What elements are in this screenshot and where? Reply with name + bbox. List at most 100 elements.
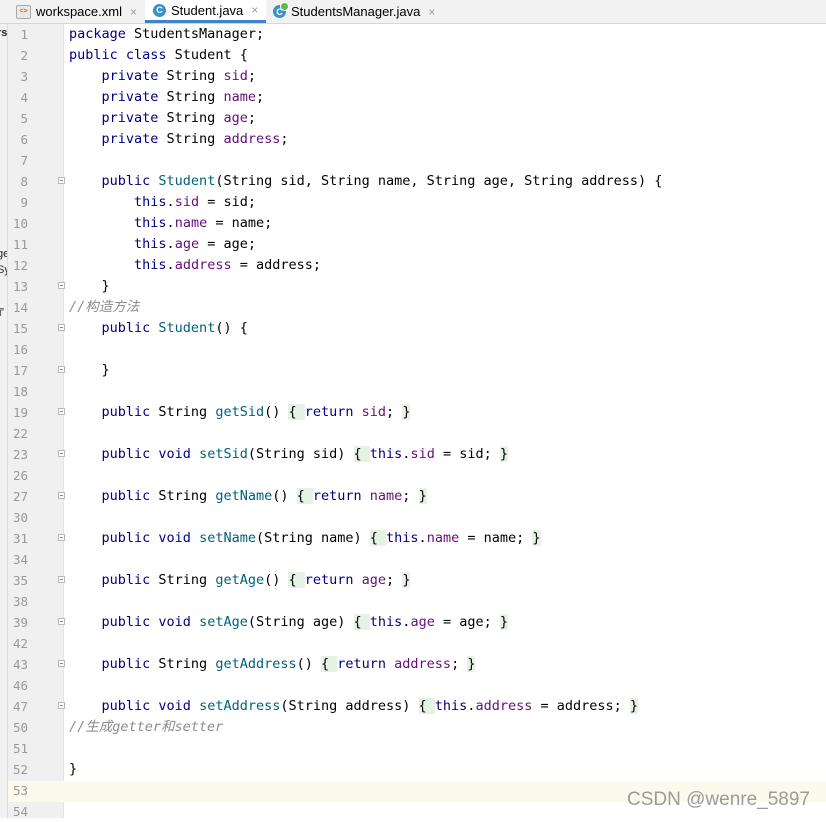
code-token: (String sid, String name, String age, St…: [215, 173, 663, 189]
fold-marker-icon[interactable]: [58, 408, 65, 415]
code-token: setSid: [199, 446, 248, 462]
code-token: {: [418, 698, 435, 714]
code-line[interactable]: 47 public void setAddress(String address…: [0, 696, 826, 717]
code-line[interactable]: 34: [0, 549, 826, 570]
code-token: this: [386, 530, 419, 546]
code-line[interactable]: 35 public String getAge() { return age; …: [0, 570, 826, 591]
code-token: public void: [69, 614, 191, 630]
tab-student-java[interactable]: C Student.java ×: [145, 0, 267, 23]
fold-marker-icon[interactable]: [58, 702, 65, 709]
fold-marker-icon[interactable]: [58, 576, 65, 583]
line-number: 15: [12, 321, 28, 336]
code-line[interactable]: 26: [0, 465, 826, 486]
line-number: 22: [12, 426, 28, 441]
code-token: {: [353, 614, 370, 630]
code-line[interactable]: 12 this.address = address;: [0, 255, 826, 276]
fold-marker-icon[interactable]: [58, 534, 65, 541]
line-number: 34: [12, 552, 28, 567]
code-token: this: [69, 194, 167, 210]
code-text: public void setAge(String age) { this.ag…: [69, 612, 508, 633]
code-line[interactable]: 3 private String sid;: [0, 66, 826, 87]
code-line[interactable]: 42: [0, 633, 826, 654]
code-line[interactable]: 14 //构造方法: [0, 297, 826, 318]
close-icon[interactable]: ×: [130, 5, 137, 19]
tab-label: Student.java: [171, 2, 244, 18]
code-token: String: [158, 110, 224, 126]
code-line[interactable]: 52}: [0, 759, 826, 780]
code-token: address: [394, 656, 452, 672]
code-token: .: [166, 236, 175, 252]
code-line[interactable]: 51: [0, 738, 826, 759]
fold-marker-icon[interactable]: [58, 618, 65, 625]
line-number: 13: [12, 279, 28, 294]
code-line[interactable]: 38: [0, 591, 826, 612]
line-number: 17: [12, 363, 28, 378]
code-line[interactable]: 15 public Student() {: [0, 318, 826, 339]
fold-marker-icon[interactable]: [58, 366, 65, 373]
close-icon[interactable]: ×: [251, 3, 258, 17]
code-line[interactable]: 39 public void setAge(String age) { this…: [0, 612, 826, 633]
code-line[interactable]: 22: [0, 423, 826, 444]
code-text: this.age = age;: [69, 234, 256, 255]
code-line[interactable]: 23 public void setSid(String sid) { this…: [0, 444, 826, 465]
line-number: 43: [12, 657, 28, 672]
code-line[interactable]: 7: [0, 150, 826, 171]
code-text: private String address;: [69, 129, 289, 150]
fold-marker-icon[interactable]: [58, 450, 65, 457]
xml-file-icon: <>: [16, 4, 31, 19]
line-number: 11: [12, 237, 28, 252]
code-token: name: [426, 530, 460, 546]
code-line[interactable]: 2 public class Student {: [0, 45, 826, 66]
code-line[interactable]: 19 public String getSid() { return sid; …: [0, 402, 826, 423]
code-line[interactable]: 5 private String age;: [0, 108, 826, 129]
code-line[interactable]: 10 this.name = name;: [0, 213, 826, 234]
code-line[interactable]: 1 package StudentsManager;: [0, 24, 826, 45]
code-token: ;: [402, 488, 419, 504]
code-line[interactable]: 27 public String getName() { return name…: [0, 486, 826, 507]
code-line[interactable]: 9 this.sid = sid;: [0, 192, 826, 213]
code-token: this: [69, 236, 167, 252]
code-line[interactable]: 8 public Student(String sid, String name…: [0, 171, 826, 192]
code-token: this: [69, 215, 167, 231]
code-line[interactable]: 16: [0, 339, 826, 360]
fold-marker-icon[interactable]: [58, 492, 65, 499]
line-number: 53: [12, 783, 28, 798]
code-token: StudentsManager;: [125, 26, 265, 42]
code-token: }: [69, 761, 78, 777]
line-number: 27: [12, 489, 28, 504]
code-line[interactable]: 6 private String address;: [0, 129, 826, 150]
code-token: String: [158, 68, 224, 84]
fold-marker-icon[interactable]: [58, 282, 65, 289]
code-line[interactable]: 46: [0, 675, 826, 696]
code-token: age: [361, 572, 387, 588]
code-line[interactable]: 17 }: [0, 360, 826, 381]
code-line[interactable]: 50 //生成getter和setter: [0, 717, 826, 738]
code-token: String: [150, 404, 216, 420]
code-token: ;: [255, 89, 265, 105]
fold-marker-icon[interactable]: [58, 660, 65, 667]
tab-studentsmanager-java[interactable]: C StudentsManager.java ×: [273, 0, 435, 23]
code-token: (): [296, 656, 321, 672]
code-text: public String getSid() { return sid; }: [69, 402, 411, 423]
code-text: private String sid;: [69, 66, 256, 87]
close-icon[interactable]: ×: [428, 5, 435, 19]
code-token: }: [402, 572, 411, 588]
code-token: (String address): [280, 698, 419, 714]
code-line[interactable]: 11 this.age = age;: [0, 234, 826, 255]
fold-marker-icon[interactable]: [58, 324, 65, 331]
code-line[interactable]: 4 private String name;: [0, 87, 826, 108]
code-line[interactable]: 31 public void setName(String name) { th…: [0, 528, 826, 549]
code-token: () {: [215, 320, 248, 336]
code-text: public String getAge() { return age; }: [69, 570, 411, 591]
line-number: 4: [20, 90, 28, 105]
code-line[interactable]: 13 }: [0, 276, 826, 297]
tab-workspace-xml[interactable]: <> workspace.xml ×: [16, 0, 137, 23]
code-token: address: [223, 131, 281, 147]
code-line[interactable]: 43 public String getAddress() { return a…: [0, 654, 826, 675]
code-token: this: [434, 698, 468, 714]
code-line[interactable]: 18: [0, 381, 826, 402]
code-line[interactable]: 30: [0, 507, 826, 528]
fold-marker-icon[interactable]: [58, 177, 65, 184]
